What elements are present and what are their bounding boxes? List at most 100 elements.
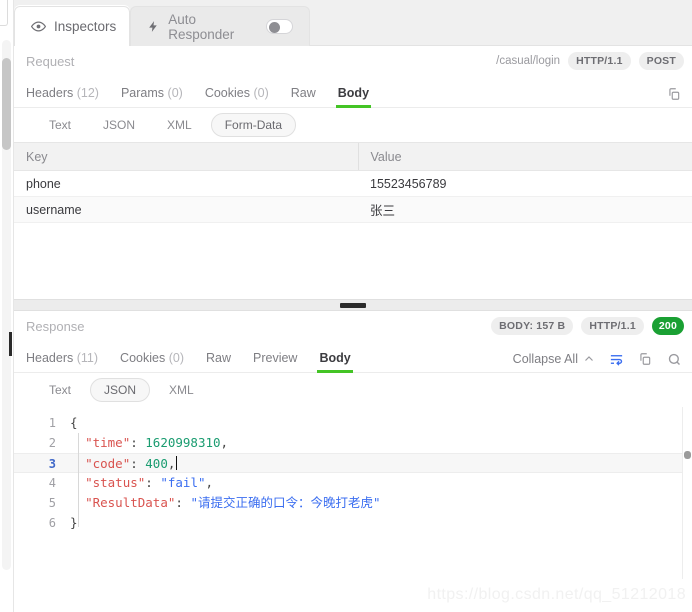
table-row[interactable]: username 张三	[14, 196, 692, 223]
response-tab-cookies-label: Cookies	[120, 351, 166, 365]
copy-icon[interactable]	[637, 351, 653, 367]
response-format-json[interactable]: JSON	[90, 378, 151, 402]
response-toolbar: Collapse All	[513, 351, 682, 367]
line-code: "code": 400,	[70, 454, 692, 472]
panel-splitter[interactable]	[14, 299, 692, 311]
eye-icon	[31, 19, 46, 34]
response-format-tabs: Text JSON XML	[14, 373, 692, 407]
top-tabstrip: Inspectors Auto Responder	[14, 0, 692, 46]
gutter-stub	[0, 0, 8, 26]
row-value: 15523456789	[358, 170, 692, 197]
json-key-resultdata: "ResultData"	[85, 495, 176, 510]
json-line[interactable]: 6 }	[14, 513, 692, 533]
json-key-time: "time"	[85, 435, 131, 450]
request-url: /casual/login	[496, 55, 561, 67]
request-tab-cookies[interactable]: Cookies (0)	[194, 86, 280, 107]
response-tab-preview[interactable]: Preview	[242, 351, 308, 372]
line-code: "status": "fail",	[70, 473, 692, 493]
json-line[interactable]: 2 "time": 1620998310,	[14, 433, 692, 453]
outer-scrollbar-thumb[interactable]	[2, 58, 11, 150]
colon: :	[130, 435, 146, 450]
brace-open: {	[70, 415, 78, 430]
response-format-xml[interactable]: XML	[156, 379, 207, 401]
json-lines[interactable]: 1 { 2 "time": 1620998310, 3 "code": 400,…	[14, 407, 692, 533]
request-tab-body[interactable]: Body	[327, 86, 380, 108]
request-format-text[interactable]: Text	[36, 114, 84, 136]
colon: :	[175, 495, 191, 510]
response-tab-raw[interactable]: Raw	[195, 351, 242, 372]
chevron-up-icon[interactable]	[583, 353, 595, 365]
wrap-text-icon[interactable]	[608, 351, 624, 367]
splitter-grip[interactable]	[340, 303, 366, 308]
request-tab-params[interactable]: Params (0)	[110, 86, 194, 107]
response-tab-headers[interactable]: Headers (11)	[26, 351, 109, 372]
json-value-resultdata: "请提交正确的口令：今晚打老虎"	[190, 495, 381, 510]
request-title: Request	[26, 53, 75, 69]
bolt-icon	[147, 19, 160, 34]
row-key: username	[14, 196, 358, 223]
request-format-json[interactable]: JSON	[90, 114, 148, 136]
line-code: "ResultData": "请提交正确的口令：今晚打老虎"	[70, 493, 692, 513]
table-row[interactable]: phone 15523456789	[14, 170, 692, 197]
json-line-active[interactable]: 3 "code": 400,	[14, 453, 692, 473]
brace-close: }	[70, 515, 78, 530]
tab-auto-responder[interactable]: Auto Responder	[130, 6, 310, 46]
response-tab-cookies-count: (0)	[168, 351, 184, 365]
response-header-right: BODY: 157 B HTTP/1.1 200	[491, 311, 684, 341]
request-tab-headers-count: (12)	[76, 86, 99, 100]
response-tab-body[interactable]: Body	[308, 351, 361, 373]
json-line[interactable]: 5 "ResultData": "请提交正确的口令：今晚打老虎"	[14, 493, 692, 513]
request-body-table: Key Value phone 15523456789 username 张三	[14, 142, 692, 223]
request-tab-headers-label: Headers	[26, 86, 74, 100]
request-tab-params-count: (0)	[167, 86, 183, 100]
copy-icon[interactable]	[666, 86, 682, 102]
json-key-code: "code"	[85, 456, 131, 471]
response-tab-raw-label: Raw	[205, 351, 231, 365]
row-value: 张三	[358, 196, 692, 223]
response-json-viewer: 1 { 2 "time": 1620998310, 3 "code": 400,…	[14, 407, 692, 579]
request-header-right: /casual/login HTTP/1.1 POST	[496, 46, 684, 76]
json-key-status: "status"	[85, 475, 146, 490]
request-tab-body-label: Body	[337, 86, 370, 100]
response-size-badge: BODY: 157 B	[491, 317, 574, 335]
request-body-empty-area	[14, 223, 692, 299]
line-number: 1	[48, 416, 56, 430]
request-tab-cookies-count: (0)	[253, 86, 269, 100]
indent-guide	[78, 433, 79, 527]
column-header-value: Value	[357, 142, 692, 171]
line-number: 6	[48, 516, 56, 530]
request-header: Request /casual/login HTTP/1.1 POST	[14, 46, 692, 76]
request-format-tabs: Text JSON XML Form-Data	[14, 108, 692, 142]
colon: :	[145, 475, 161, 490]
auto-responder-toggle[interactable]	[266, 19, 294, 34]
collapse-all-button[interactable]: Collapse All	[513, 352, 595, 366]
response-tab-body-label: Body	[319, 351, 351, 365]
request-format-form-data[interactable]: Form-Data	[210, 113, 297, 137]
json-value-time: 1620998310	[145, 435, 221, 450]
json-scrollbar-thumb[interactable]	[684, 451, 691, 459]
status-badge: 200	[651, 317, 684, 335]
toggle-knob	[269, 21, 281, 33]
fiddler-inspectors-window: Inspectors Auto Responder Request /casua…	[0, 0, 692, 612]
request-tab-raw-label: Raw	[290, 86, 316, 100]
table-header-row: Key Value	[14, 142, 692, 171]
response-tab-cookies[interactable]: Cookies (0)	[109, 351, 195, 372]
json-line[interactable]: 1 {	[14, 413, 692, 433]
request-format-xml[interactable]: XML	[154, 114, 205, 136]
tab-auto-responder-label: Auto Responder	[168, 11, 235, 42]
json-scrollbar[interactable]	[682, 407, 692, 579]
main-column: Inspectors Auto Responder Request /casua…	[14, 0, 692, 612]
response-tab-preview-label: Preview	[253, 351, 298, 365]
response-format-text[interactable]: Text	[36, 379, 84, 401]
request-tab-raw[interactable]: Raw	[280, 86, 327, 107]
response-tab-headers-count: (11)	[76, 351, 99, 365]
search-icon[interactable]	[666, 351, 682, 367]
line-code: {	[70, 413, 692, 433]
tab-inspectors[interactable]: Inspectors	[14, 6, 130, 46]
response-protocol-badge: HTTP/1.1	[581, 317, 644, 335]
response-header: Response BODY: 157 B HTTP/1.1 200	[14, 311, 692, 341]
request-tabs: Headers (12) Params (0) Cookies (0) Raw …	[14, 76, 692, 108]
request-tab-headers[interactable]: Headers (12)	[26, 86, 110, 107]
colon: :	[130, 456, 146, 471]
json-line[interactable]: 4 "status": "fail",	[14, 473, 692, 493]
